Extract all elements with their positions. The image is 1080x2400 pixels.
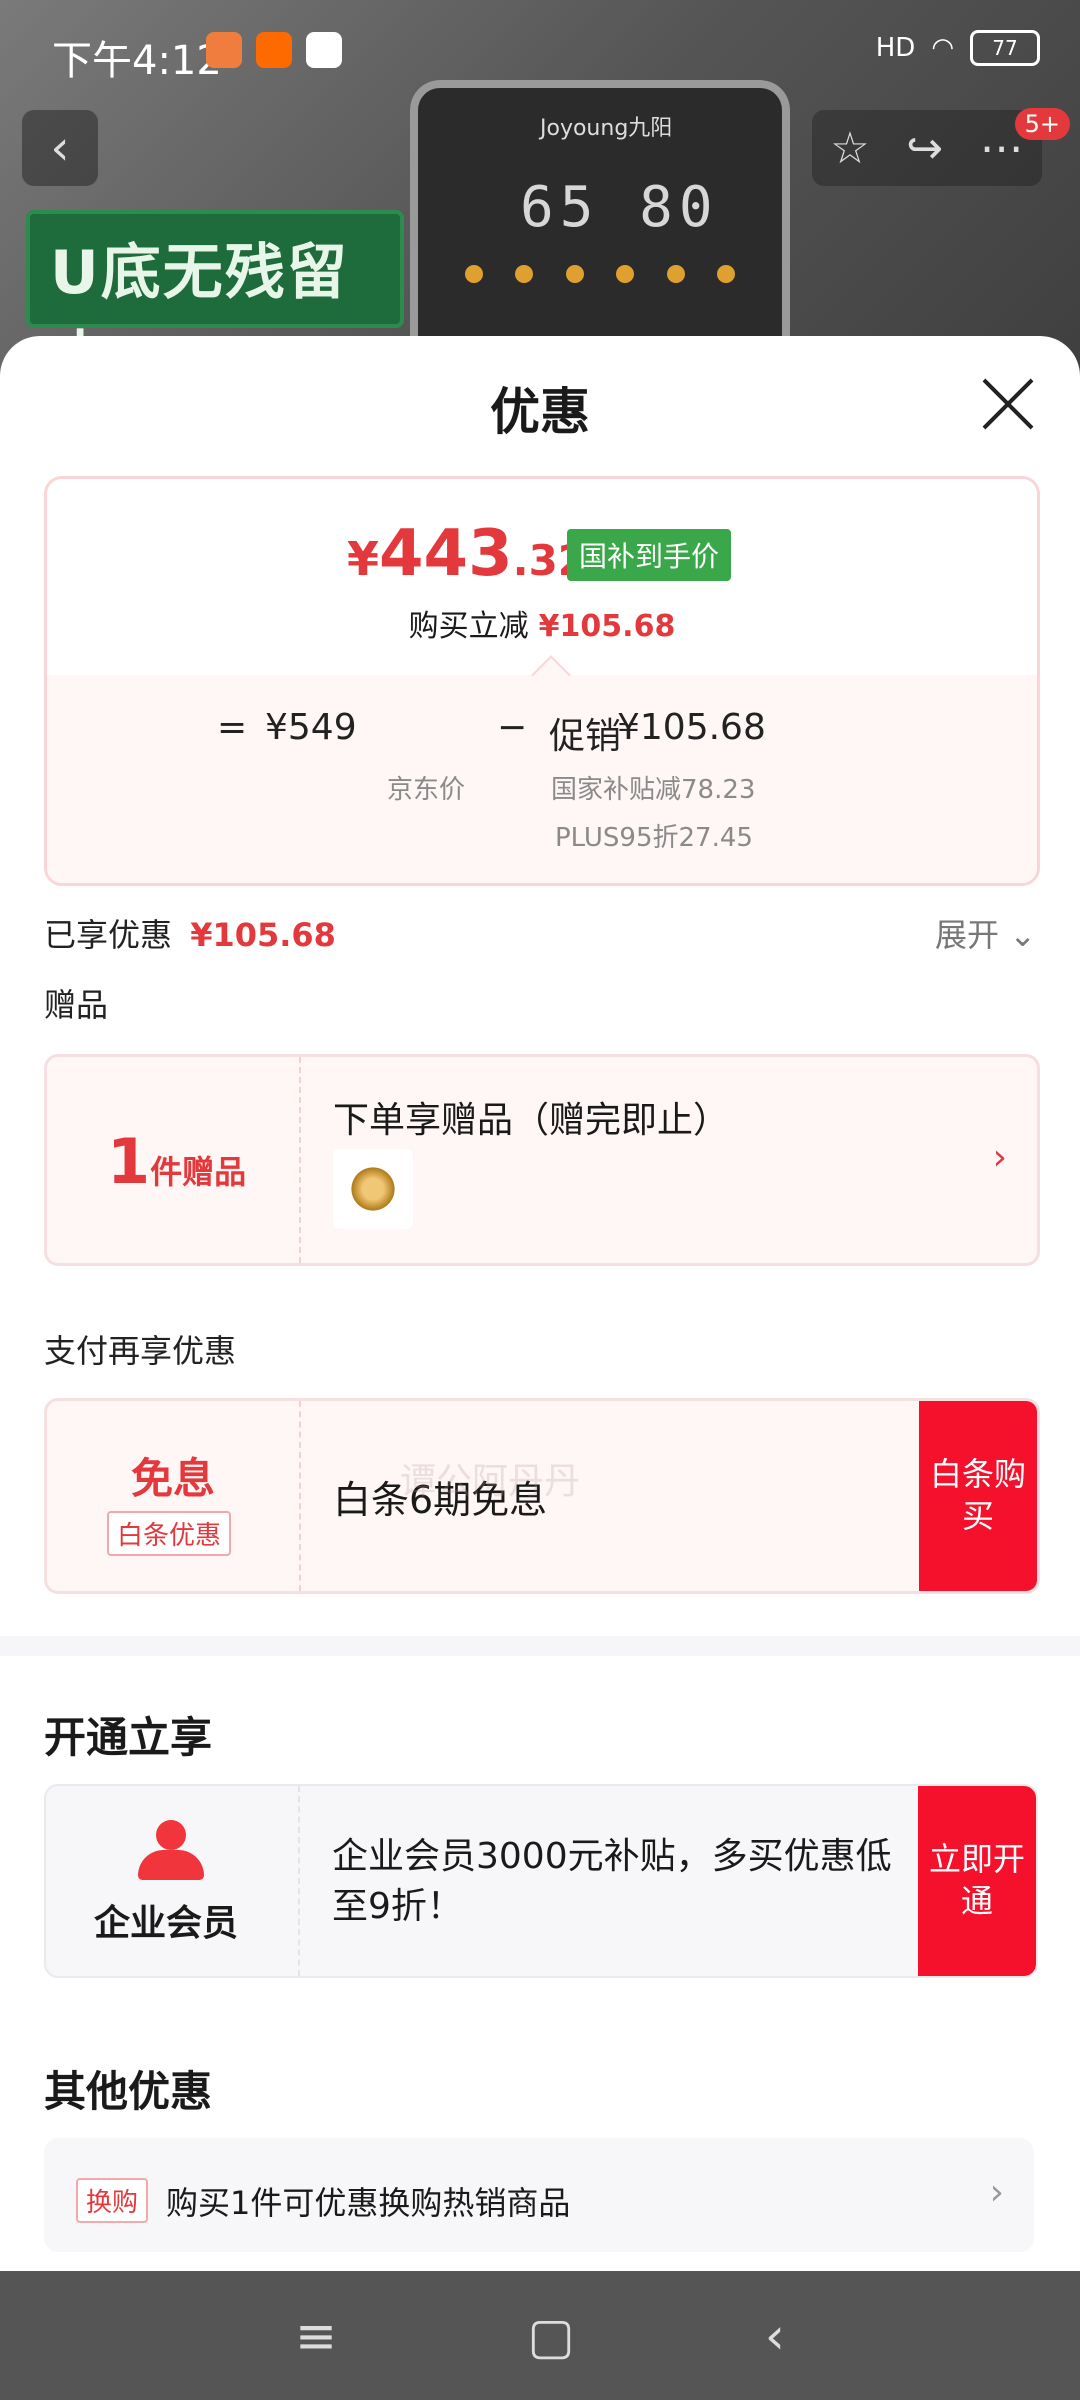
subsidy-detail: 国家补贴减78.23 [551, 775, 756, 805]
signal-icon: HD [875, 33, 916, 63]
notification-app-icon [206, 32, 242, 68]
discount-sheet: 优惠 ¥443.32 国补到手价 购买立减 ¥105.68 = ¥549 − 促销… [0, 336, 1080, 2271]
gift-title: 下单享赠品（赠完即止） [333, 1100, 730, 1141]
section-divider [0, 1636, 1080, 1656]
watermark: 谭公阿丹丹 [400, 1461, 581, 1502]
menu-icon[interactable]: ≡ [295, 2307, 337, 2365]
trade-in-row[interactable]: 换购 购买1件可优惠换购热销商品 › [44, 2138, 1034, 2252]
battery-icon: 77 [970, 30, 1040, 66]
status-time: 下午4:12 [52, 38, 222, 84]
expand-button[interactable]: 展开 ⌄ [935, 910, 1036, 956]
taobao-icon [256, 32, 292, 68]
system-nav-bar: ≡ ▢ ‹ [0, 2271, 1080, 2400]
home-icon[interactable]: ▢ [527, 2307, 574, 2365]
interest-free-label: 免息 [131, 1454, 216, 1503]
pay-section-title: 支付再享优惠 [44, 1332, 237, 1370]
sheet-title: 优惠 [490, 383, 590, 441]
user-icon [138, 1820, 204, 1880]
trade-in-text: 购买1件可优惠换购热销商品 [166, 2184, 571, 2222]
gift-thumbnail [333, 1149, 413, 1229]
map-icon [306, 32, 342, 68]
plus-detail: PLUS95折27.45 [555, 823, 753, 853]
baitiao-buy-button[interactable]: 白条购买 [919, 1401, 1037, 1591]
enterprise-member-offer: 企业会员3000元补贴，多买优惠低至9折！ [332, 1836, 892, 1928]
product-banner: U底无残留水 [26, 210, 404, 380]
back-icon[interactable]: ‹ [765, 2307, 785, 2365]
promo-value: ¥105.68 [617, 707, 766, 748]
gift-section-title: 赠品 [44, 986, 109, 1024]
equals-sign: = [217, 707, 248, 748]
enjoyed-discount: 已享优惠 ¥105.68 [44, 916, 336, 954]
final-price: ¥443.32 [347, 517, 588, 591]
gift-count: 1件赠品 [107, 1125, 247, 1198]
baitiao-badge: 白条优惠 [107, 1511, 232, 1556]
top-actions: ☆ ↪ ⋯ [812, 110, 1042, 186]
gift-card[interactable]: 1件赠品 下单享赠品（赠完即止） › [44, 1054, 1040, 1266]
share-icon[interactable]: ↪ [906, 123, 943, 174]
subsidy-price-tag: 国补到手价 [567, 529, 732, 581]
enterprise-member-label: 企业会员 [94, 1903, 239, 1944]
favorite-icon[interactable]: ☆ [830, 123, 869, 174]
open-now-button[interactable]: 立即开通 [918, 1786, 1036, 1976]
message-badge: 5+ [1014, 108, 1070, 140]
trade-in-tag: 换购 [76, 2178, 149, 2223]
close-icon[interactable] [980, 376, 1036, 432]
instant-discount: 购买立减 ¥105.68 [408, 609, 676, 644]
promo-label: 促销 [549, 716, 622, 757]
chevron-down-icon: ⌄ [999, 916, 1036, 954]
jd-price: ¥549 [265, 707, 357, 748]
minus-sign: − [497, 707, 528, 748]
product-device: Joyoung九阳 65 80 [410, 80, 790, 380]
chevron-right-icon: › [989, 2172, 1004, 2213]
back-button[interactable]: ‹ [22, 110, 98, 186]
open-section-title: 开通立享 [44, 1713, 213, 1762]
wifi-icon: ◠ [931, 33, 954, 63]
enterprise-member-card: 企业会员 企业会员3000元补贴，多买优惠低至9折！ 立即开通 [44, 1784, 1038, 1978]
status-bar: 下午4:12 HD ◠ 77 [0, 0, 1080, 100]
jd-price-label: 京东价 [387, 775, 466, 805]
other-section-title: 其他优惠 [44, 2067, 213, 2116]
price-card: ¥443.32 国补到手价 购买立减 ¥105.68 = ¥549 − 促销 ¥1… [44, 476, 1040, 886]
chevron-right-icon: › [992, 1137, 1007, 1178]
